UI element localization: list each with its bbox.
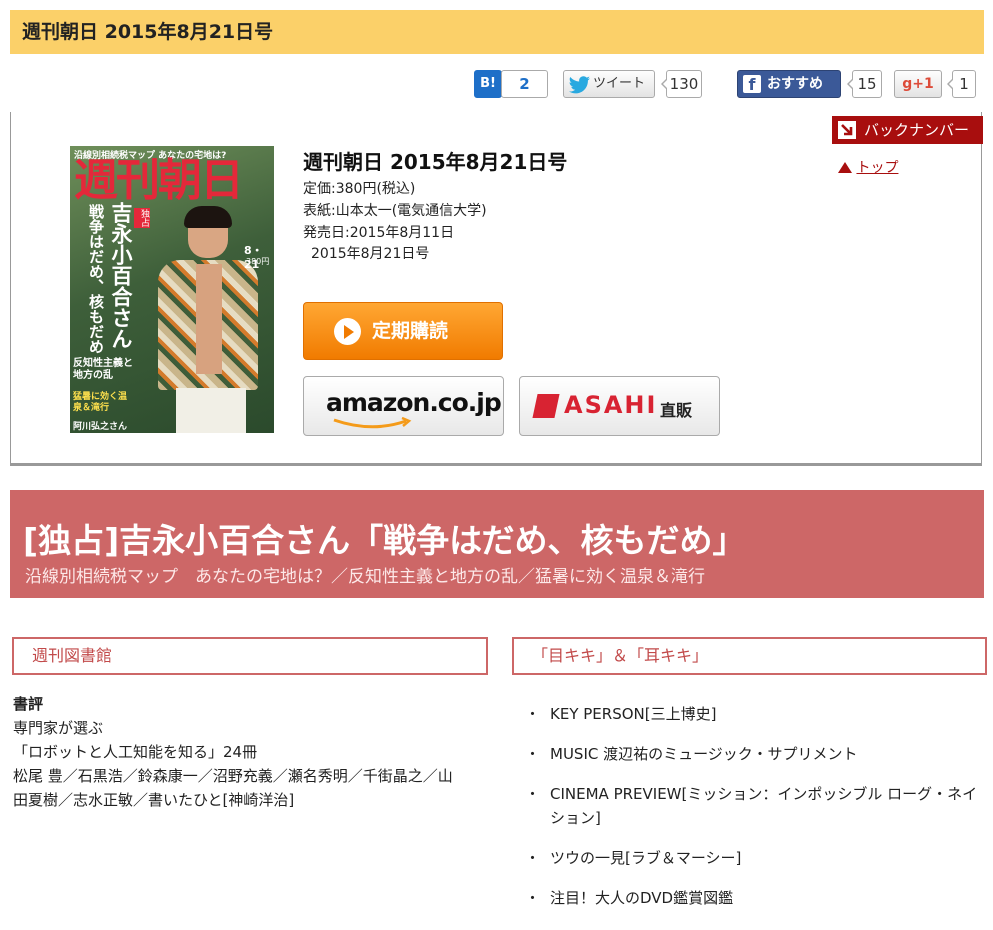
play-icon [334, 318, 361, 345]
gplus-icon: g+1 [902, 76, 934, 92]
cover-bottom: 阿川弘之さん [73, 422, 128, 432]
review-label: 書評 [13, 695, 44, 713]
facebook-count: 15 [847, 70, 882, 98]
issue-price: 定価:380円(税込) [303, 181, 416, 197]
hatena-count: 2 [519, 75, 530, 93]
amazon-smile-icon [333, 417, 412, 429]
feature-title[interactable]: [独占]吉永小百合さん「戦争はだめ、核もだめ」 [23, 514, 746, 562]
gplus-share[interactable]: g+1 1 [894, 70, 984, 100]
list-item[interactable]: CINEMA PREVIEW[ミッション：インポッシブル ローグ・ネイション] [525, 782, 985, 830]
tweet-count: 130 [661, 70, 702, 98]
triangle-up-icon [838, 162, 852, 173]
amazon-logo: amazon.co.jp [326, 388, 502, 417]
subscribe-label: 定期購読 [372, 320, 449, 342]
arrow-down-right-icon [838, 121, 856, 139]
list-item[interactable]: ツウの一見[ラブ＆マーシー] [525, 846, 985, 870]
hatena-icon: B! [480, 76, 496, 91]
page-title: 週刊朝日 2015年8月21日号 [22, 21, 274, 43]
feature-subtitle: 沿線別相続税マップ あなたの宅地は？／反知性主義と地方の乱／猛暑に効く温泉＆滝行 [25, 567, 705, 587]
issue-title: 週刊朝日 2015年8月21日号 [303, 150, 568, 174]
facebook-label: おすすめ [767, 76, 823, 92]
backnumber-label: バックナンバー [864, 121, 970, 139]
list-item[interactable]: 注目！大人のDVD鑑賞図鑑 [525, 886, 985, 910]
asahi-suffix: 直販 [660, 401, 693, 420]
tweet-share[interactable]: ツイート 130 [563, 70, 703, 100]
list-item[interactable]: KEY PERSON[三上博史] [525, 702, 985, 726]
amazon-button[interactable]: amazon.co.jp [303, 376, 504, 436]
backnumber-button[interactable]: バックナンバー [832, 116, 983, 144]
cover-person [158, 206, 258, 433]
cover-badge: 独占 [134, 208, 150, 228]
book-review[interactable]: 書評 専門家が選ぶ 「ロボットと人工知能を知る」24冊 松尾 豊／石黒浩／鈴森康… [13, 692, 505, 812]
cover-headline: 吉永小百合さん [109, 202, 133, 349]
gplus-count: 1 [947, 70, 976, 98]
facebook-share[interactable]: f おすすめ 15 [737, 70, 887, 100]
cover-side2: 猛暑に効く温泉＆滝行 [73, 392, 128, 413]
review-line: 松尾 豊／石黒浩／鈴森康一／沼野充義／瀬名秀明／千街晶之／山 [13, 767, 453, 785]
library-heading: 週刊図書館 [12, 637, 488, 675]
issue-release-date: 発売日:2015年8月11日 [303, 225, 455, 241]
culture-heading: 「目キキ」＆「耳キキ」 [512, 637, 987, 675]
asahi-label: ASAHI [564, 391, 658, 419]
cover-image[interactable]: 沿線別相続税マップ あなたの宅地は? 週刊朝日 吉永小百合さん 戦争はだめ、核も… [70, 146, 274, 433]
culture-list: KEY PERSON[三上博史] MUSIC 渡辺祐のミュージック・サプリメント… [525, 702, 985, 926]
review-line: 田夏樹／志水正敏／書いたひと[神崎洋治] [13, 791, 295, 809]
top-link[interactable]: トップ [838, 157, 898, 177]
facebook-icon: f [743, 75, 761, 94]
cover-masthead: 週刊朝日 [74, 155, 244, 206]
subscribe-button[interactable]: 定期購読 [303, 302, 503, 360]
hatena-share[interactable]: B! 2 [474, 70, 554, 100]
top-link-label: トップ [856, 160, 899, 176]
tweet-label: ツイート [593, 76, 646, 91]
cover-price: 380円 [246, 257, 270, 266]
issue-cover-credit: 表紙:山本太一(電気通信大学) [303, 203, 487, 219]
asahi-logo-icon [532, 394, 560, 418]
cover-quote: 戦争はだめ、核もだめ [87, 204, 105, 354]
list-item[interactable]: MUSIC 渡辺祐のミュージック・サプリメント [525, 742, 985, 766]
review-line: 「ロボットと人工知能を知る」24冊 [13, 743, 258, 761]
asahi-direct-button[interactable]: ASAHI 直販 [519, 376, 720, 436]
cover-side1: 反知性主義と地方の乱 [73, 358, 133, 381]
review-line: 専門家が選ぶ [13, 719, 104, 737]
twitter-bird-icon [569, 76, 590, 94]
issue-date: 2015年8月21日号 [311, 246, 430, 262]
